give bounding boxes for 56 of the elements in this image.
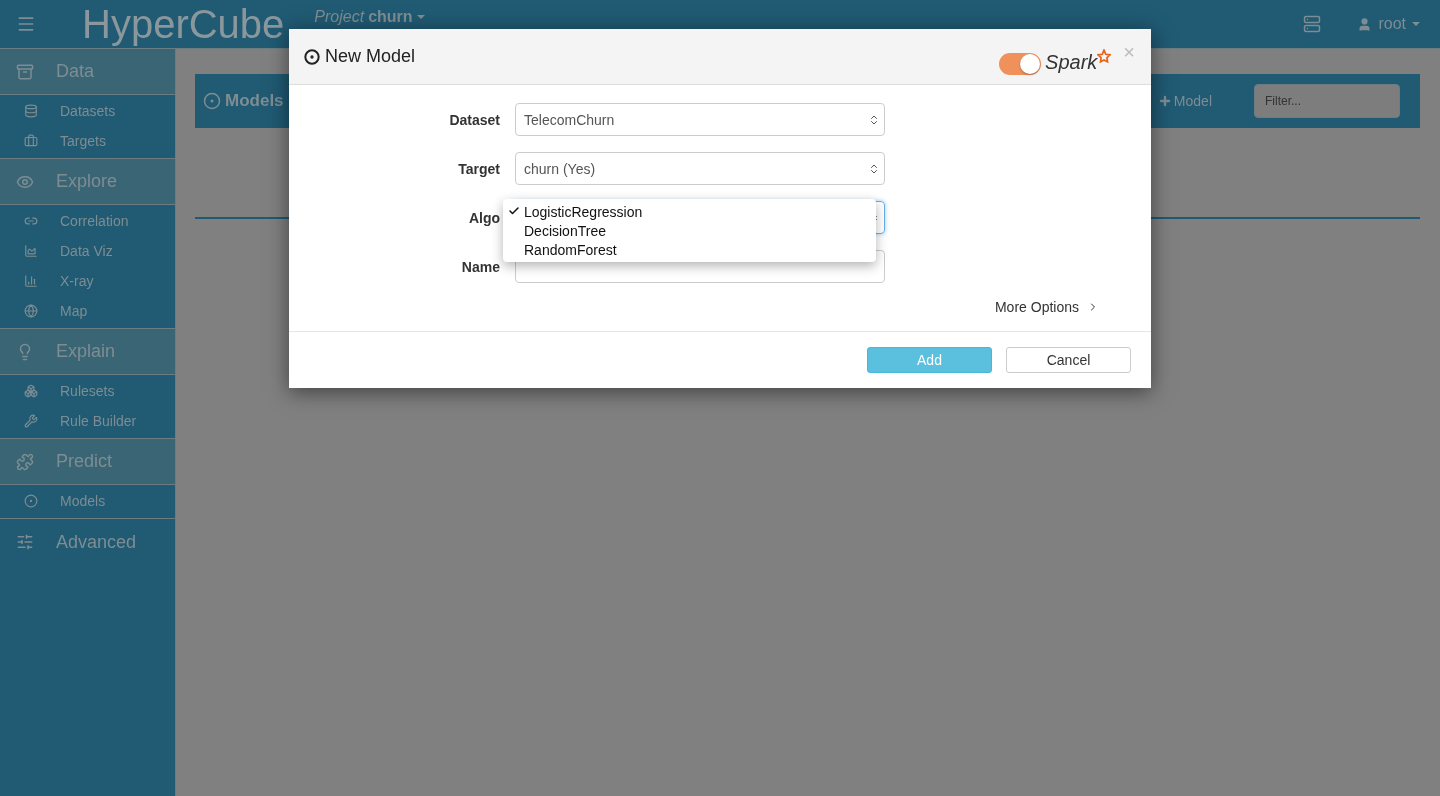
spark-logo: Spark [1045,48,1114,75]
sidebar-section[interactable]: Predict [0,439,175,485]
briefcase-icon [24,134,38,148]
dropdown-option[interactable]: DecisionTree [503,221,876,240]
sidebar-item[interactable]: Data Viz [0,236,175,266]
sidebar-section[interactable]: Data [0,49,175,95]
brand-logo: HyperCube [82,4,285,44]
sidebar-item[interactable]: Map [0,296,175,326]
sidebar-item[interactable]: X-ray [0,266,175,296]
cubes-icon [24,384,38,398]
bar-chart-icon [24,274,38,288]
spark-toggle[interactable] [999,52,1042,75]
server-icon[interactable] [1303,15,1322,33]
menu-icon[interactable] [16,14,36,34]
sidebar-item[interactable]: Rulesets [0,376,175,406]
cancel-button[interactable]: Cancel [1006,347,1131,373]
box-icon [16,62,34,81]
filter-input[interactable]: Filter... [1254,84,1400,118]
user-menu[interactable]: root [1351,14,1426,34]
sidebar-section[interactable]: Explore [0,159,175,205]
add-button[interactable]: Add [867,347,992,373]
sidebar-item[interactable]: Targets [0,126,175,156]
link-icon [24,214,38,228]
globe-icon [24,304,38,318]
sliders-icon [16,533,34,551]
add-model-link[interactable]: Model [1151,92,1218,110]
plus-icon [1157,94,1172,108]
field-label: Dataset [448,111,500,128]
sidebar-item[interactable]: Datasets [0,96,175,126]
project-dropdown[interactable]: Project churn [314,9,425,25]
select-arrows-icon [868,113,880,126]
wrench-icon [24,414,38,428]
area-chart-icon [24,244,38,258]
puzzle-icon [16,452,34,471]
dropdown-option[interactable]: LogisticRegression [503,202,876,221]
more-options-link[interactable]: More Options [994,299,1099,315]
sidebar-item[interactable]: Models [0,486,175,516]
target-icon [304,48,320,65]
field-label: Target [457,160,500,177]
field-label: Algo [467,209,500,226]
dropdown-option[interactable]: RandomForest [503,240,876,259]
sidebar-item[interactable]: Correlation [0,206,175,236]
panel-title: Models [225,91,284,111]
database-icon [24,104,38,118]
select-field[interactable]: churn (Yes) [515,152,885,185]
select-field[interactable]: TelecomChurn [515,103,885,136]
modal-title: New Model [325,46,416,67]
user-icon [1357,16,1373,32]
sidebar-item[interactable]: Rule Builder [0,406,175,436]
select-arrows-icon [868,162,880,175]
field-label: Name [460,258,500,275]
close-button[interactable]: × [1123,41,1135,64]
check-icon [508,205,520,217]
target-icon [24,494,38,508]
sidebar-section[interactable]: Explain [0,329,175,375]
target-icon [203,92,221,110]
